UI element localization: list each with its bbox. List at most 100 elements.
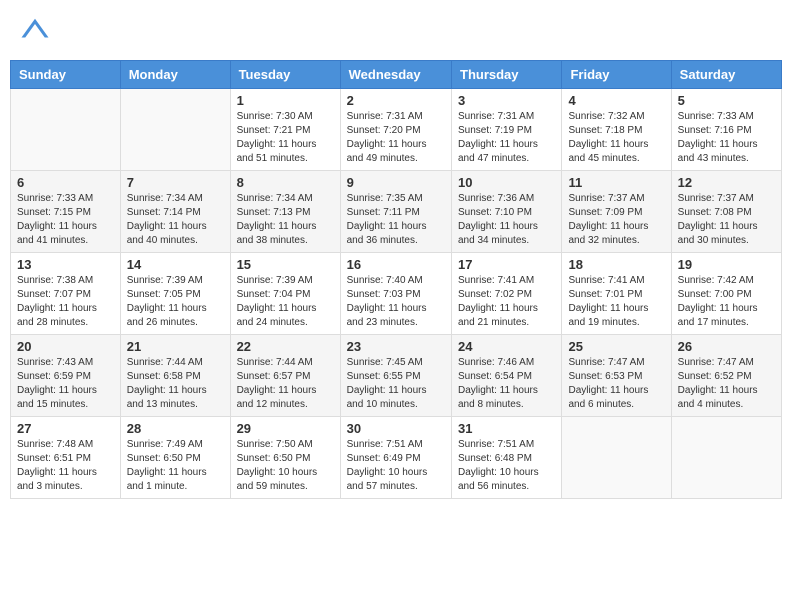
day-info: Sunrise: 7:40 AM Sunset: 7:03 PM Dayligh… — [347, 274, 445, 330]
day-number: 20 — [17, 339, 114, 354]
day-number: 4 — [568, 93, 664, 108]
week-row-1: 1 Sunrise: 7:30 AM Sunset: 7:21 PM Daylig… — [11, 89, 782, 171]
day-info: Sunrise: 7:41 AM Sunset: 7:02 PM Dayligh… — [458, 274, 555, 330]
day-info: Sunrise: 7:30 AM Sunset: 7:21 PM Dayligh… — [237, 110, 334, 166]
day-info: Sunrise: 7:37 AM Sunset: 7:08 PM Dayligh… — [678, 192, 775, 248]
page-header — [10, 10, 782, 50]
day-number: 25 — [568, 339, 664, 354]
day-number: 17 — [458, 257, 555, 272]
calendar-cell: 16 Sunrise: 7:40 AM Sunset: 7:03 PM Dayli… — [340, 253, 451, 335]
day-info: Sunrise: 7:44 AM Sunset: 6:57 PM Dayligh… — [237, 356, 334, 412]
calendar-cell: 11 Sunrise: 7:37 AM Sunset: 7:09 PM Dayli… — [562, 171, 671, 253]
day-info: Sunrise: 7:51 AM Sunset: 6:48 PM Dayligh… — [458, 438, 555, 494]
calendar-cell — [671, 417, 781, 499]
day-info: Sunrise: 7:46 AM Sunset: 6:54 PM Dayligh… — [458, 356, 555, 412]
day-header-sunday: Sunday — [11, 61, 121, 89]
calendar-cell: 20 Sunrise: 7:43 AM Sunset: 6:59 PM Dayli… — [11, 335, 121, 417]
day-number: 16 — [347, 257, 445, 272]
calendar-cell: 12 Sunrise: 7:37 AM Sunset: 7:08 PM Dayli… — [671, 171, 781, 253]
day-header-friday: Friday — [562, 61, 671, 89]
day-info: Sunrise: 7:44 AM Sunset: 6:58 PM Dayligh… — [127, 356, 224, 412]
calendar-cell: 7Sunrise: 7:34 AM Sunset: 7:14 PM Daylig… — [120, 171, 230, 253]
calendar-cell: 31Sunrise: 7:51 AM Sunset: 6:48 PM Dayli… — [452, 417, 562, 499]
calendar-cell: 13 Sunrise: 7:38 AM Sunset: 7:07 PM Dayli… — [11, 253, 121, 335]
calendar-cell: 3Sunrise: 7:31 AM Sunset: 7:19 PM Daylig… — [452, 89, 562, 171]
calendar-cell: 27Sunrise: 7:48 AM Sunset: 6:51 PM Dayli… — [11, 417, 121, 499]
calendar-cell: 2 Sunrise: 7:31 AM Sunset: 7:20 PM Daylig… — [340, 89, 451, 171]
calendar-cell: 29 Sunrise: 7:50 AM Sunset: 6:50 PM Dayli… — [230, 417, 340, 499]
day-number: 22 — [237, 339, 334, 354]
logo — [20, 15, 54, 45]
day-info: Sunrise: 7:35 AM Sunset: 7:11 PM Dayligh… — [347, 192, 445, 248]
calendar-cell: 9 Sunrise: 7:35 AM Sunset: 7:11 PM Daylig… — [340, 171, 451, 253]
day-number: 23 — [347, 339, 445, 354]
day-number: 10 — [458, 175, 555, 190]
logo-icon — [20, 15, 50, 45]
calendar-cell: 18 Sunrise: 7:41 AM Sunset: 7:01 PM Dayli… — [562, 253, 671, 335]
day-header-thursday: Thursday — [452, 61, 562, 89]
day-info: Sunrise: 7:50 AM Sunset: 6:50 PM Dayligh… — [237, 438, 334, 494]
day-info: Sunrise: 7:39 AM Sunset: 7:04 PM Dayligh… — [237, 274, 334, 330]
day-info: Sunrise: 7:38 AM Sunset: 7:07 PM Dayligh… — [17, 274, 114, 330]
calendar-cell: 6 Sunrise: 7:33 AM Sunset: 7:15 PM Daylig… — [11, 171, 121, 253]
week-row-2: 6 Sunrise: 7:33 AM Sunset: 7:15 PM Daylig… — [11, 171, 782, 253]
calendar-cell: 23 Sunrise: 7:45 AM Sunset: 6:55 PM Dayli… — [340, 335, 451, 417]
day-info: Sunrise: 7:34 AM Sunset: 7:13 PM Dayligh… — [237, 192, 334, 248]
day-number: 3 — [458, 93, 555, 108]
day-info: Sunrise: 7:42 AM Sunset: 7:00 PM Dayligh… — [678, 274, 775, 330]
day-number: 14 — [127, 257, 224, 272]
calendar-cell — [120, 89, 230, 171]
day-info: Sunrise: 7:32 AM Sunset: 7:18 PM Dayligh… — [568, 110, 664, 166]
day-number: 13 — [17, 257, 114, 272]
day-info: Sunrise: 7:39 AM Sunset: 7:05 PM Dayligh… — [127, 274, 224, 330]
day-info: Sunrise: 7:41 AM Sunset: 7:01 PM Dayligh… — [568, 274, 664, 330]
calendar-cell: 5 Sunrise: 7:33 AM Sunset: 7:16 PM Daylig… — [671, 89, 781, 171]
day-number: 30 — [347, 421, 445, 436]
calendar-cell: 15 Sunrise: 7:39 AM Sunset: 7:04 PM Dayli… — [230, 253, 340, 335]
day-number: 2 — [347, 93, 445, 108]
day-number: 9 — [347, 175, 445, 190]
calendar-cell: 1 Sunrise: 7:30 AM Sunset: 7:21 PM Daylig… — [230, 89, 340, 171]
day-number: 5 — [678, 93, 775, 108]
day-number: 1 — [237, 93, 334, 108]
day-header-tuesday: Tuesday — [230, 61, 340, 89]
day-info: Sunrise: 7:43 AM Sunset: 6:59 PM Dayligh… — [17, 356, 114, 412]
calendar-table: SundayMondayTuesdayWednesdayThursdayFrid… — [10, 60, 782, 499]
day-info: Sunrise: 7:33 AM Sunset: 7:15 PM Dayligh… — [17, 192, 114, 248]
day-number: 18 — [568, 257, 664, 272]
day-info: Sunrise: 7:31 AM Sunset: 7:20 PM Dayligh… — [347, 110, 445, 166]
day-info: Sunrise: 7:47 AM Sunset: 6:53 PM Dayligh… — [568, 356, 664, 412]
day-info: Sunrise: 7:33 AM Sunset: 7:16 PM Dayligh… — [678, 110, 775, 166]
day-info: Sunrise: 7:47 AM Sunset: 6:52 PM Dayligh… — [678, 356, 775, 412]
day-info: Sunrise: 7:45 AM Sunset: 6:55 PM Dayligh… — [347, 356, 445, 412]
day-number: 6 — [17, 175, 114, 190]
calendar-cell: 14 Sunrise: 7:39 AM Sunset: 7:05 PM Dayli… — [120, 253, 230, 335]
day-number: 24 — [458, 339, 555, 354]
week-row-4: 20 Sunrise: 7:43 AM Sunset: 6:59 PM Dayli… — [11, 335, 782, 417]
day-info: Sunrise: 7:51 AM Sunset: 6:49 PM Dayligh… — [347, 438, 445, 494]
day-number: 29 — [237, 421, 334, 436]
day-header-saturday: Saturday — [671, 61, 781, 89]
day-info: Sunrise: 7:37 AM Sunset: 7:09 PM Dayligh… — [568, 192, 664, 248]
calendar-cell: 19Sunrise: 7:42 AM Sunset: 7:00 PM Dayli… — [671, 253, 781, 335]
calendar-cell — [562, 417, 671, 499]
day-info: Sunrise: 7:49 AM Sunset: 6:50 PM Dayligh… — [127, 438, 224, 494]
day-number: 27 — [17, 421, 114, 436]
calendar-cell — [11, 89, 121, 171]
calendar-cell: 26Sunrise: 7:47 AM Sunset: 6:52 PM Dayli… — [671, 335, 781, 417]
day-number: 15 — [237, 257, 334, 272]
days-header-row: SundayMondayTuesdayWednesdayThursdayFrid… — [11, 61, 782, 89]
calendar-cell: 10 Sunrise: 7:36 AM Sunset: 7:10 PM Dayli… — [452, 171, 562, 253]
calendar-cell: 4 Sunrise: 7:32 AM Sunset: 7:18 PM Daylig… — [562, 89, 671, 171]
calendar-cell: 28Sunrise: 7:49 AM Sunset: 6:50 PM Dayli… — [120, 417, 230, 499]
day-number: 11 — [568, 175, 664, 190]
day-header-wednesday: Wednesday — [340, 61, 451, 89]
calendar-cell: 24 Sunrise: 7:46 AM Sunset: 6:54 PM Dayli… — [452, 335, 562, 417]
week-row-3: 13 Sunrise: 7:38 AM Sunset: 7:07 PM Dayli… — [11, 253, 782, 335]
calendar-cell: 8Sunrise: 7:34 AM Sunset: 7:13 PM Daylig… — [230, 171, 340, 253]
calendar-cell: 22 Sunrise: 7:44 AM Sunset: 6:57 PM Dayli… — [230, 335, 340, 417]
day-header-monday: Monday — [120, 61, 230, 89]
day-info: Sunrise: 7:36 AM Sunset: 7:10 PM Dayligh… — [458, 192, 555, 248]
day-number: 12 — [678, 175, 775, 190]
day-number: 7 — [127, 175, 224, 190]
